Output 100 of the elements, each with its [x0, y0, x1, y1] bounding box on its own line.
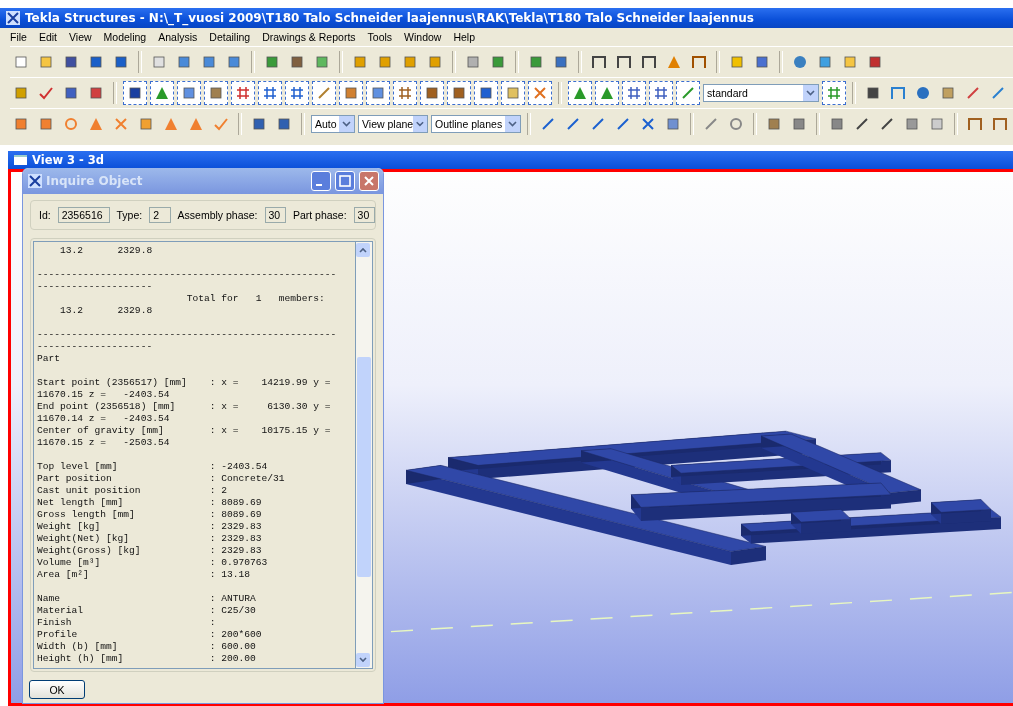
grid-icon[interactable] — [397, 85, 413, 101]
frame-icon[interactable] — [641, 54, 657, 70]
square-icon[interactable] — [478, 85, 494, 101]
menu-item[interactable]: Analysis — [152, 31, 204, 43]
field-value[interactable]: 2356516 — [57, 207, 110, 223]
frame-icon[interactable] — [616, 54, 632, 70]
menu-item[interactable]: Edit — [32, 31, 63, 43]
triangle-icon[interactable] — [666, 54, 682, 70]
triangle-icon[interactable] — [163, 116, 179, 132]
close-button[interactable] — [359, 171, 379, 191]
field-label: Part phase: — [292, 209, 347, 221]
square-icon[interactable] — [176, 54, 192, 70]
cross-icon[interactable] — [532, 85, 548, 101]
minimize-button[interactable] — [311, 171, 331, 191]
dropdown-caret-icon[interactable] — [413, 116, 427, 132]
menu-item[interactable]: Drawings & Reports — [256, 31, 362, 43]
field-value[interactable]: 30 — [264, 207, 286, 223]
app-logo-icon — [6, 11, 20, 25]
circle-icon[interactable] — [728, 116, 744, 132]
line-icon[interactable] — [565, 116, 581, 132]
triangle-icon[interactable] — [599, 85, 615, 101]
scroll-up-button[interactable] — [356, 243, 370, 257]
triangle-icon[interactable] — [154, 85, 170, 101]
grid-icon[interactable] — [653, 85, 669, 101]
line-icon[interactable] — [590, 116, 606, 132]
dropdown-caret-icon[interactable] — [505, 116, 520, 132]
square-icon[interactable] — [138, 116, 154, 132]
triangle-icon[interactable] — [572, 85, 588, 101]
frame-icon[interactable] — [691, 54, 707, 70]
menu-item[interactable]: File — [4, 31, 33, 43]
field-value[interactable]: 30 — [353, 207, 375, 223]
report-line: Center of gravity [mm] : x = 10175.15 y = — [37, 425, 332, 437]
square-icon[interactable] — [754, 54, 770, 70]
menu-item[interactable]: Tools — [361, 31, 399, 43]
report-line: ---------------------------------------------------- — [37, 329, 338, 341]
menu-item[interactable]: Modeling — [97, 31, 153, 43]
ok-button[interactable]: OK — [29, 680, 85, 699]
square-icon[interactable] — [424, 85, 440, 101]
frame-icon[interactable] — [591, 54, 607, 70]
frame-icon[interactable] — [967, 116, 983, 132]
report-line: Gross length [mm] : 8089.69 — [37, 509, 263, 521]
field-value[interactable]: 2 — [149, 207, 171, 223]
check-icon[interactable] — [213, 116, 229, 132]
menu-item[interactable]: Help — [447, 31, 482, 43]
line-icon[interactable] — [680, 85, 696, 101]
check-icon[interactable] — [38, 85, 54, 101]
square-icon[interactable] — [208, 85, 224, 101]
square-icon[interactable] — [370, 85, 386, 101]
grid-icon[interactable] — [626, 85, 642, 101]
square-icon[interactable] — [314, 54, 330, 70]
dropdown[interactable]: View plane — [358, 115, 428, 133]
square-icon[interactable] — [38, 116, 54, 132]
report-line: 11670.14 z = -2403.54 — [37, 413, 171, 425]
triangle-icon[interactable] — [88, 116, 104, 132]
triangle-icon[interactable] — [188, 116, 204, 132]
line-icon[interactable] — [540, 116, 556, 132]
frame-icon[interactable] — [890, 85, 906, 101]
scrollbar[interactable] — [355, 241, 373, 669]
square-icon[interactable] — [276, 116, 292, 132]
menu-item[interactable]: Detailing — [203, 31, 257, 43]
menu-item[interactable]: Window — [398, 31, 448, 43]
square-icon[interactable] — [904, 116, 920, 132]
dropdown[interactable]: Auto — [311, 115, 355, 133]
square-icon[interactable] — [451, 85, 467, 101]
line-icon[interactable] — [965, 85, 981, 101]
square-icon[interactable] — [665, 116, 681, 132]
frame-icon[interactable] — [992, 116, 1008, 132]
square-icon[interactable] — [940, 85, 956, 101]
maximize-button[interactable] — [335, 171, 355, 191]
grid-icon[interactable] — [235, 85, 251, 101]
grid-icon[interactable] — [826, 85, 842, 101]
report-line: Top level [mm] : -2403.54 — [37, 461, 269, 473]
dropdown-caret-icon[interactable] — [803, 85, 818, 101]
report-line: Profile : 200*600 — [37, 629, 263, 641]
line-icon[interactable] — [316, 85, 332, 101]
square-icon[interactable] — [201, 54, 217, 70]
filter-select[interactable]: standard — [703, 84, 819, 102]
report-line: 13.2 2329.8 — [59, 245, 154, 257]
cross-icon[interactable] — [640, 116, 656, 132]
cross-icon[interactable] — [113, 116, 129, 132]
view-title: View 3 - 3d — [32, 153, 105, 167]
square-icon[interactable] — [226, 54, 242, 70]
grid-icon[interactable] — [289, 85, 305, 101]
menu-item[interactable]: View — [63, 31, 98, 43]
scroll-down-button[interactable] — [356, 653, 370, 667]
square-icon[interactable] — [251, 116, 267, 132]
line-icon[interactable] — [615, 116, 631, 132]
line-icon[interactable] — [879, 116, 895, 132]
square-icon[interactable] — [505, 85, 521, 101]
line-icon[interactable] — [854, 116, 870, 132]
report-line: ---------------------------------------------------- — [37, 269, 338, 281]
line-icon[interactable] — [990, 85, 1006, 101]
dropdown-caret-icon[interactable] — [339, 116, 354, 132]
grid-icon[interactable] — [262, 85, 278, 101]
report-line: -------------------- — [37, 281, 154, 293]
square-icon[interactable] — [181, 85, 197, 101]
circle-icon[interactable] — [63, 116, 79, 132]
dropdown[interactable]: Outline planes — [431, 115, 521, 133]
square-icon[interactable] — [829, 116, 845, 132]
square-icon[interactable] — [13, 116, 29, 132]
